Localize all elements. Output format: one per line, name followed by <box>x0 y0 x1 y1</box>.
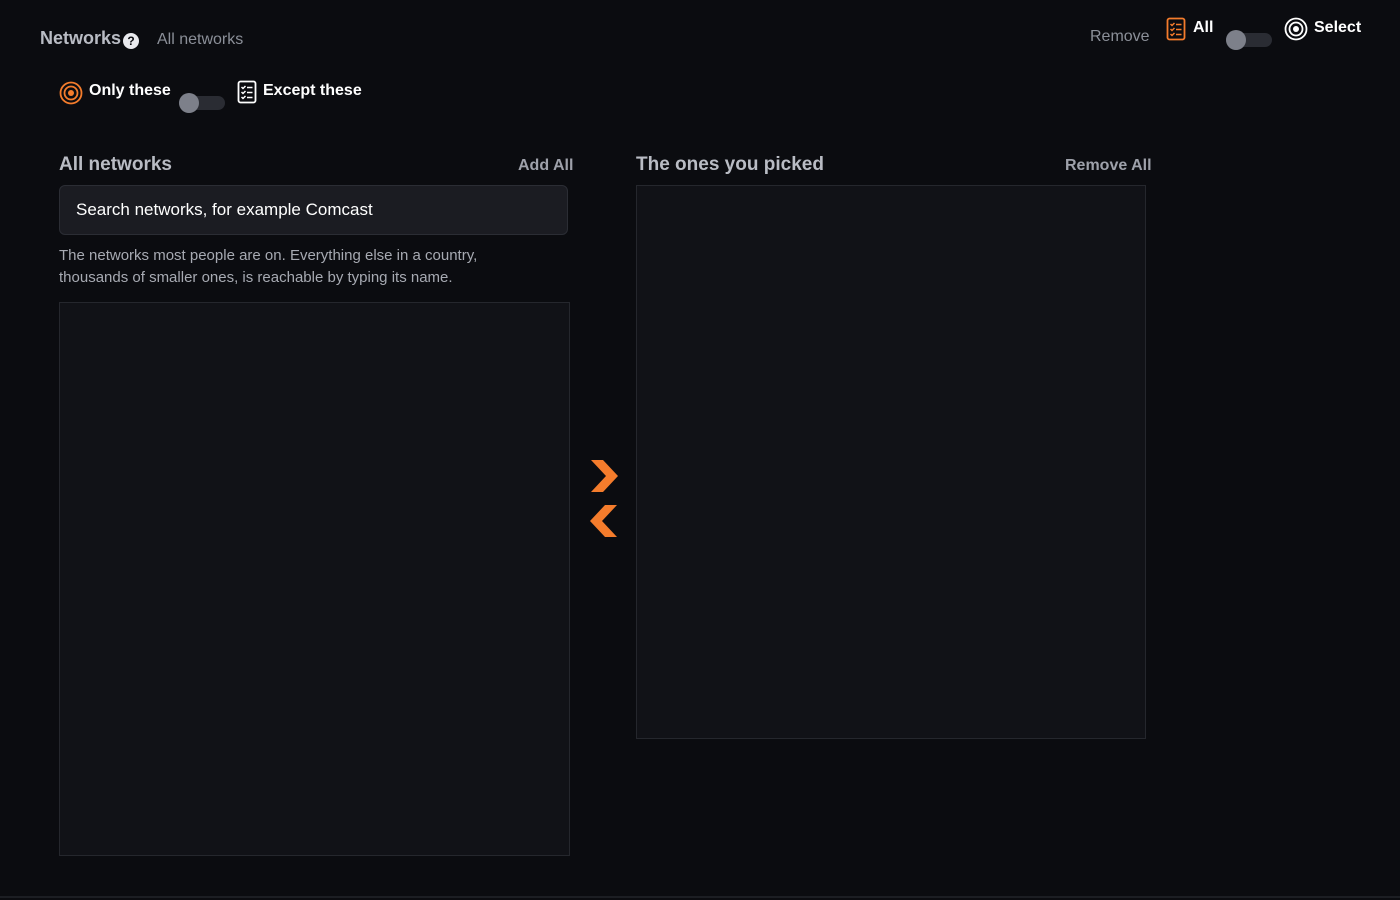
search-input[interactable] <box>60 186 567 234</box>
remove-all-button[interactable]: Remove All <box>1065 157 1152 175</box>
search-hint-text: The networks most people are on. Everyth… <box>59 247 478 286</box>
target-icon <box>59 81 83 105</box>
checklist-icon <box>237 80 257 104</box>
only-these-label[interactable]: Only these <box>89 82 171 100</box>
picked-networks-list[interactable] <box>636 185 1146 739</box>
all-networks-heading: All networks <box>59 154 172 175</box>
network-selector-page: Networks ? All networks Remove All Selec… <box>0 0 1400 900</box>
search-field[interactable] <box>59 185 568 235</box>
remove-button[interactable]: Remove <box>1090 28 1150 46</box>
toggle-knob <box>179 93 199 113</box>
all-option-label[interactable]: All <box>1193 19 1213 37</box>
toggle-knob <box>1226 30 1246 50</box>
move-left-arrow-icon[interactable] <box>589 504 619 538</box>
picked-networks-heading: The ones you picked <box>636 154 824 175</box>
move-right-arrow-icon[interactable] <box>589 459 619 493</box>
available-networks-list[interactable] <box>59 302 570 856</box>
question-circle-icon[interactable]: ? <box>123 33 139 49</box>
all-select-toggle[interactable] <box>1226 30 1272 50</box>
add-all-button[interactable]: Add All <box>518 157 573 175</box>
bottom-divider <box>0 896 1400 898</box>
page-title: Networks <box>40 28 122 48</box>
target-icon <box>1284 17 1308 41</box>
page-subtitle: All networks <box>157 31 244 48</box>
except-these-label[interactable]: Except these <box>263 82 362 100</box>
only-except-toggle[interactable] <box>179 93 225 113</box>
checklist-icon <box>1166 17 1186 41</box>
select-option-label[interactable]: Select <box>1314 19 1361 37</box>
